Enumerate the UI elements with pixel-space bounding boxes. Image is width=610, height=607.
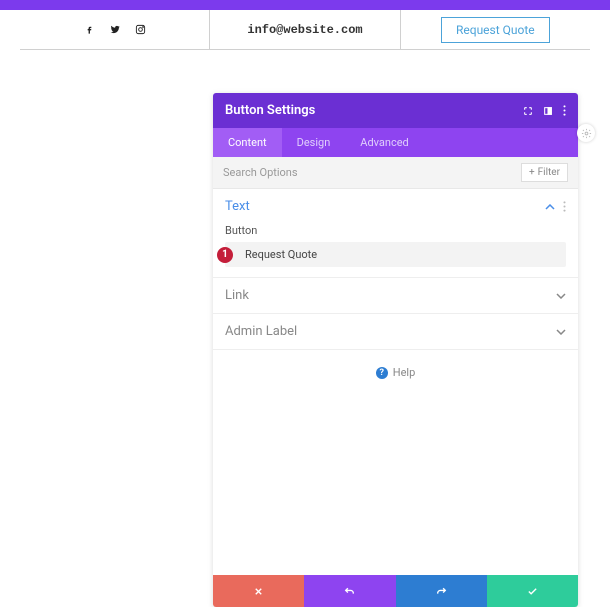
section-admin-header[interactable]: Admin Label — [213, 314, 578, 349]
twitter-icon[interactable] — [109, 24, 121, 35]
modal-header[interactable]: Button Settings — [213, 93, 578, 128]
kebab-menu-icon[interactable] — [563, 105, 566, 116]
section-link-title: Link — [225, 288, 249, 303]
button-text-input[interactable] — [225, 242, 566, 267]
section-admin-label: Admin Label — [213, 314, 578, 350]
plus-icon: + — [529, 167, 535, 178]
step-badge-1: 1 — [217, 247, 233, 263]
instagram-icon[interactable] — [135, 24, 146, 35]
filter-label: Filter — [538, 167, 560, 178]
help-icon: ? — [376, 367, 388, 379]
modal-tabs: Content Design Advanced — [213, 128, 578, 157]
modal-footer — [213, 575, 578, 607]
site-header: info@website.com Request Quote — [20, 10, 590, 50]
top-accent-bar — [0, 0, 610, 10]
filter-button[interactable]: + Filter — [521, 163, 568, 182]
save-button[interactable] — [487, 575, 578, 607]
floating-gear-icon[interactable] — [577, 124, 595, 142]
email-cell: info@website.com — [210, 10, 400, 49]
tab-content[interactable]: Content — [213, 128, 282, 157]
help-label: Help — [393, 366, 416, 379]
social-cell — [20, 10, 210, 49]
cancel-button[interactable] — [213, 575, 304, 607]
modal-title: Button Settings — [225, 103, 315, 118]
modal-body-spacer — [213, 395, 578, 575]
undo-button[interactable] — [304, 575, 395, 607]
search-row: Search Options + Filter — [213, 157, 578, 189]
tab-design[interactable]: Design — [282, 128, 346, 157]
button-field-label: Button — [225, 224, 566, 237]
facebook-icon[interactable] — [84, 24, 95, 35]
section-link: Link — [213, 278, 578, 314]
help-row[interactable]: ? Help — [213, 350, 578, 395]
section-admin-title: Admin Label — [225, 324, 297, 339]
chevron-down-icon — [556, 329, 566, 335]
cta-cell: Request Quote — [401, 10, 590, 49]
chevron-up-icon — [545, 204, 555, 210]
search-input[interactable]: Search Options — [223, 166, 521, 179]
redo-button[interactable] — [396, 575, 487, 607]
button-settings-modal: Button Settings Content Design Advanced … — [213, 93, 578, 607]
section-text-header[interactable]: Text — [213, 189, 578, 224]
request-quote-button[interactable]: Request Quote — [441, 17, 550, 43]
section-text-title: Text — [225, 199, 250, 214]
expand-icon[interactable] — [523, 106, 533, 116]
section-link-header[interactable]: Link — [213, 278, 578, 313]
tab-advanced[interactable]: Advanced — [345, 128, 423, 157]
section-kebab-icon[interactable] — [563, 201, 566, 212]
chevron-down-icon — [556, 293, 566, 299]
section-text: Text Button 1 — [213, 189, 578, 278]
contact-email[interactable]: info@website.com — [247, 23, 362, 37]
snap-icon[interactable] — [543, 106, 553, 116]
